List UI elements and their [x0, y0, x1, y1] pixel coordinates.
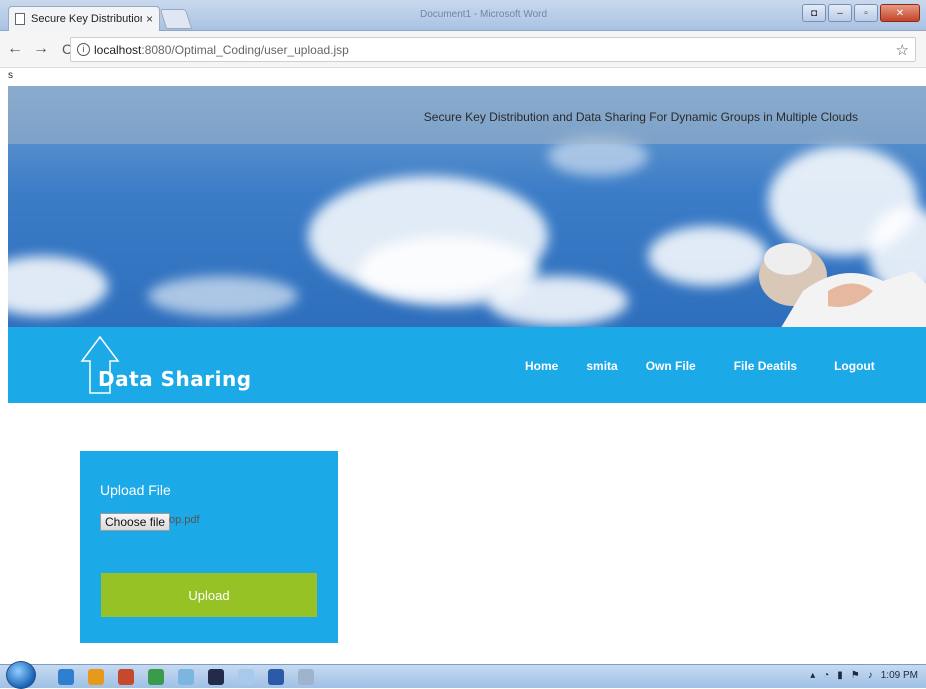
media-icon[interactable]: [88, 669, 104, 685]
nav-own-file[interactable]: Own File: [646, 359, 696, 373]
person-image: [759, 243, 926, 327]
clock[interactable]: 1:09 PM: [881, 670, 918, 681]
back-icon[interactable]: ←: [4, 40, 26, 58]
selected-file-name: op.pdf: [169, 514, 200, 526]
nav-home[interactable]: Home: [525, 359, 558, 373]
nav-user[interactable]: smita: [586, 359, 617, 373]
tray-arrow-icon[interactable]: ▴: [810, 670, 815, 681]
system-tray: ▴ ◔ ▮ ⚑ ♪ 1:09 PM: [810, 670, 918, 681]
tab-title: Secure Key Distribution a: [31, 13, 142, 25]
app-icon[interactable]: [118, 669, 134, 685]
upload-title: Upload File: [100, 482, 171, 498]
paint-icon[interactable]: [238, 669, 254, 685]
volume-icon[interactable]: ♪: [868, 670, 873, 681]
upload-form: Upload File Choose file op.pdf Upload: [80, 451, 338, 643]
nav-logout[interactable]: Logout: [834, 359, 875, 373]
window-controls: ◘ – ▫ ✕: [802, 4, 920, 22]
main-navbar: Data Sharing Home smita Own File File De…: [8, 327, 926, 403]
folder-icon[interactable]: [178, 669, 194, 685]
window-title: Document1 - Microsoft Word: [420, 9, 548, 20]
app-icon-2[interactable]: [208, 669, 224, 685]
bookmark-star-icon[interactable]: ☆: [896, 41, 909, 59]
browser-tab[interactable]: Secure Key Distribution a ×: [8, 6, 160, 31]
close-tab-icon[interactable]: ×: [146, 12, 153, 26]
chrome-icon[interactable]: [148, 669, 164, 685]
hero-banner: Secure Key Distribution and Data Sharing…: [8, 86, 926, 327]
site-logo[interactable]: Data Sharing: [98, 367, 252, 391]
url-path: :8080/Optimal_Coding/user_upload.jsp: [141, 42, 349, 57]
address-bar[interactable]: i localhost:8080/Optimal_Coding/user_upl…: [70, 37, 916, 62]
new-tab-button[interactable]: [159, 9, 193, 29]
ie-icon[interactable]: [58, 669, 74, 685]
nav-links: Home smita Own File File Deatils Logout: [525, 359, 875, 373]
windows-taskbar: ▴ ◔ ▮ ⚑ ♪ 1:09 PM: [0, 661, 926, 689]
user-icon[interactable]: ◘: [802, 4, 826, 22]
url-host: localhost: [94, 42, 142, 57]
minimize-icon[interactable]: –: [828, 4, 852, 22]
info-icon[interactable]: i: [77, 43, 90, 56]
site-tagline: Secure Key Distribution and Data Sharing…: [423, 110, 858, 124]
network-icon[interactable]: ◔: [823, 670, 829, 681]
browser-toolbar: ← → C i localhost:8080/Optimal_Coding/us…: [0, 31, 926, 68]
upload-button[interactable]: Upload: [101, 573, 317, 617]
forward-icon[interactable]: →: [30, 40, 52, 58]
settings-icon[interactable]: [298, 669, 314, 685]
battery-icon[interactable]: ▮: [837, 670, 843, 681]
stray-text: s: [8, 70, 13, 81]
maximize-icon[interactable]: ▫: [854, 4, 878, 22]
page-icon: [15, 13, 25, 25]
nav-file-details[interactable]: File Deatils: [734, 359, 797, 373]
browser-titlebar: Secure Key Distribution a × Document1 - …: [0, 0, 926, 31]
close-window-icon[interactable]: ✕: [880, 4, 920, 22]
word-icon[interactable]: [268, 669, 284, 685]
choose-file-button[interactable]: Choose file: [100, 513, 171, 531]
flag-icon[interactable]: ⚑: [851, 670, 860, 681]
start-button[interactable]: [6, 661, 36, 689]
